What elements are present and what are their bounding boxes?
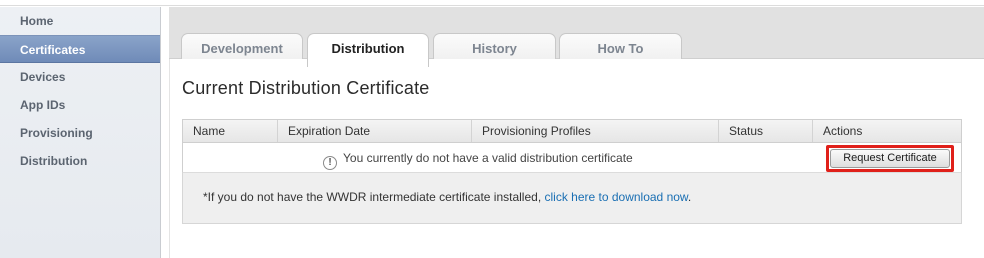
note-text-end: . [687,190,692,204]
page-title: Current Distribution Certificate [182,78,430,98]
tab-bar: Development Distribution History How To [169,7,984,67]
column-header-provisioning-profiles: Provisioning Profiles [472,120,719,142]
column-header-name: Name [183,120,278,142]
sidebar-gutter [161,7,169,258]
note-text: *If you do not have the WWDR intermediat… [203,190,545,204]
column-header-actions: Actions [823,124,863,138]
wwdr-note: *If you do not have the WWDR intermediat… [203,190,691,204]
top-border [0,0,984,6]
sidebar-item-devices[interactable]: Devices [0,63,160,91]
sidebar-item-home[interactable]: Home [0,7,160,35]
sidebar: Home Certificates Devices App IDs Provis… [0,7,161,258]
certificate-table-header: Name Expiration Date Provisioning Profil… [182,119,962,143]
warning-icon: ! [323,156,337,170]
sidebar-item-certificates[interactable]: Certificates [0,35,160,63]
column-header-expiration-date: Expiration Date [278,120,472,142]
wwdr-note-box: *If you do not have the WWDR intermediat… [182,173,962,224]
empty-state-message: ! You currently do not have a valid distr… [323,143,633,173]
column-header-status: Status [719,120,813,142]
download-wwdr-link[interactable]: click here to download now [545,190,688,204]
sidebar-item-distribution[interactable]: Distribution [0,147,160,175]
request-certificate-button[interactable]: Request Certificate [830,149,950,168]
tab-distribution[interactable]: Distribution [307,33,429,67]
sidebar-item-app-ids[interactable]: App IDs [0,91,160,119]
empty-state-text: You currently do not have a valid distri… [343,151,633,165]
sidebar-item-provisioning[interactable]: Provisioning [0,119,160,147]
